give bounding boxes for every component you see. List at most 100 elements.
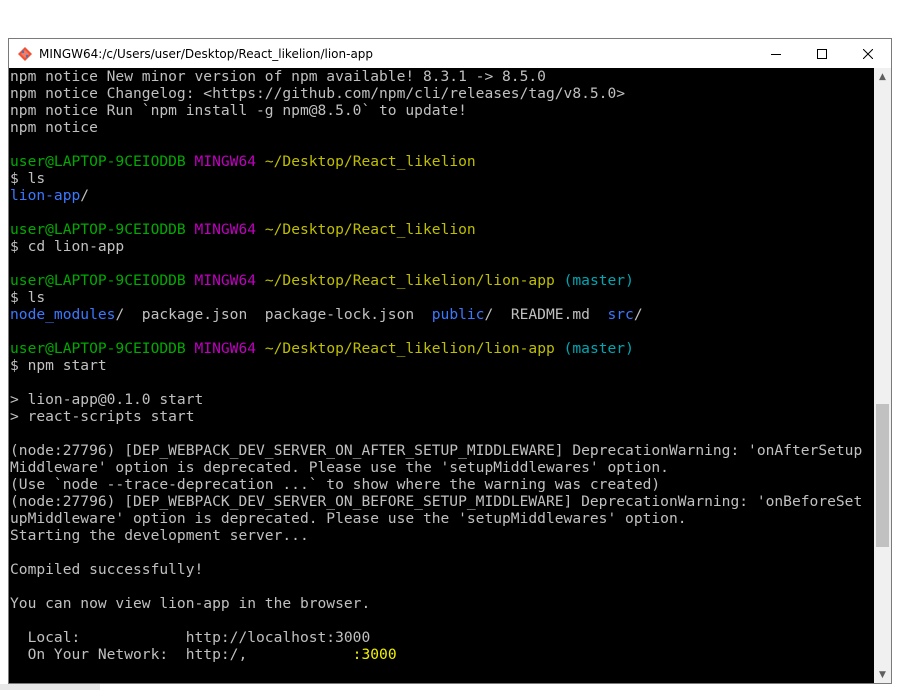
desktop-background-bottom — [0, 684, 906, 690]
terminal-line: Starting the development server... — [10, 527, 874, 544]
terminal-text: > react-scripts start — [10, 408, 195, 425]
terminal-line: $ cd lion-app — [10, 238, 874, 255]
maximize-icon — [817, 48, 827, 59]
terminal-text: node_modules — [10, 306, 116, 323]
terminal-line: $ ls — [10, 289, 874, 306]
terminal-text: / — [80, 187, 90, 204]
scroll-thumb[interactable] — [876, 404, 889, 547]
terminal-line: user@LAPTOP-9CEIODDB MINGW64 ~/Desktop/R… — [10, 221, 874, 238]
terminal-line: user@LAPTOP-9CEIODDB MINGW64 ~/Desktop/R… — [10, 272, 874, 289]
terminal-text: user@LAPTOP-9CEIODDB — [10, 272, 186, 289]
scroll-down-arrow-icon[interactable]: ▼ — [874, 666, 891, 683]
terminal-text: On Your Network: http:/, — [10, 646, 353, 663]
terminal-line: $ ls — [10, 170, 874, 187]
terminal-line: npm notice Run `npm install -g npm@8.5.0… — [10, 102, 874, 119]
terminal-text: Middleware' option is deprecated. Please… — [10, 459, 669, 476]
terminal-line: npm notice Changelog: <https://github.co… — [10, 85, 874, 102]
terminal-text: Starting the development server... — [10, 527, 309, 544]
terminal-text: (master) — [563, 272, 634, 289]
terminal-text: user@LAPTOP-9CEIODDB — [10, 340, 186, 357]
terminal-text: (Use `node --trace-deprecation ...` to s… — [10, 476, 661, 493]
terminal-text: (master) — [563, 340, 634, 357]
terminal-line: user@LAPTOP-9CEIODDB MINGW64 ~/Desktop/R… — [10, 153, 874, 170]
close-icon — [863, 48, 873, 59]
terminal-text: src — [607, 306, 634, 323]
terminal-text: MINGW64 — [194, 272, 257, 289]
title-bar[interactable]: MINGW64:/c/Users/user/Desktop/React_like… — [9, 39, 891, 68]
terminal-line: (Use `node --trace-deprecation ...` to s… — [10, 476, 874, 493]
terminal-text: npm notice Run `npm install -g npm@8.5.0… — [10, 102, 467, 119]
terminal-text: $ npm start — [10, 357, 107, 374]
terminal-line: (node:27796) [DEP_WEBPACK_DEV_SERVER_ON_… — [10, 442, 874, 459]
minimize-icon — [771, 53, 781, 55]
terminal-line: > react-scripts start — [10, 408, 874, 425]
terminal-line: > lion-app@0.1.0 start — [10, 391, 874, 408]
terminal-text: Compiled successfully! — [10, 561, 204, 578]
terminal-text: ~/Desktop/React_likelion — [264, 221, 476, 238]
terminal-text: Local: http://localhost: — [10, 629, 336, 646]
terminal-line: Compiled successfully! — [10, 561, 874, 578]
terminal-text: (node:27796) [DEP_WEBPACK_DEV_SERVER_ON_… — [10, 493, 863, 510]
terminal-text: upMiddleware' option is deprecated. Plea… — [10, 510, 687, 527]
terminal-output[interactable]: npm notice New minor version of npm avai… — [9, 68, 874, 683]
terminal-text: npm notice New minor version of npm avai… — [10, 68, 546, 85]
close-button[interactable] — [845, 39, 891, 68]
terminal-text: user@LAPTOP-9CEIODDB — [10, 153, 186, 170]
terminal-line: You can now view lion-app in the browser… — [10, 595, 874, 612]
window-title: MINGW64:/c/Users/user/Desktop/React_like… — [39, 46, 374, 61]
terminal-text: ~/Desktop/React_likelion/lion-app — [264, 340, 555, 357]
terminal-text: > lion-app@0.1.0 start — [10, 391, 204, 408]
terminal-text: MINGW64 — [194, 340, 257, 357]
terminal-text: $ cd lion-app — [10, 238, 125, 255]
terminal-line: On Your Network: http:/, :3000 — [10, 646, 874, 663]
terminal-text: You can now view lion-app in the browser… — [10, 595, 371, 612]
terminal-text: public — [431, 306, 485, 323]
terminal-window: MINGW64:/c/Users/user/Desktop/React_like… — [8, 38, 892, 684]
terminal-text: / package.json package-lock.json — [115, 306, 432, 323]
terminal-line: Middleware' option is deprecated. Please… — [10, 459, 874, 476]
git-bash-icon — [18, 46, 32, 61]
terminal-text: MINGW64 — [194, 221, 257, 238]
maximize-button[interactable] — [799, 39, 845, 68]
terminal-text: user@LAPTOP-9CEIODDB — [10, 221, 186, 238]
terminal-text: npm notice Changelog: <https://github.co… — [10, 85, 626, 102]
minimize-button[interactable] — [753, 39, 799, 68]
terminal-line: (node:27796) [DEP_WEBPACK_DEV_SERVER_ON_… — [10, 493, 874, 510]
vertical-scrollbar[interactable]: ▲ ▼ — [874, 68, 891, 683]
terminal-line: upMiddleware' option is deprecated. Plea… — [10, 510, 874, 527]
terminal-text: (node:27796) [DEP_WEBPACK_DEV_SERVER_ON_… — [10, 442, 863, 459]
terminal-line: Local: http://localhost:3000 — [10, 629, 874, 646]
terminal-text: lion-app — [10, 187, 81, 204]
scroll-up-arrow-icon[interactable]: ▲ — [874, 68, 891, 85]
desktop-background — [0, 0, 906, 38]
terminal-text: $ ls — [10, 289, 46, 306]
terminal-text: / — [633, 306, 643, 323]
terminal-line: npm notice — [10, 119, 874, 136]
terminal-line: npm notice New minor version of npm avai… — [10, 68, 874, 85]
terminal-text: 3000 — [335, 629, 371, 646]
terminal-line: $ npm start — [10, 357, 874, 374]
taskbar-edge — [0, 684, 100, 690]
terminal-line: user@LAPTOP-9CEIODDB MINGW64 ~/Desktop/R… — [10, 340, 874, 357]
terminal-line: lion-app/ — [10, 187, 874, 204]
terminal-text: npm notice — [10, 119, 98, 136]
